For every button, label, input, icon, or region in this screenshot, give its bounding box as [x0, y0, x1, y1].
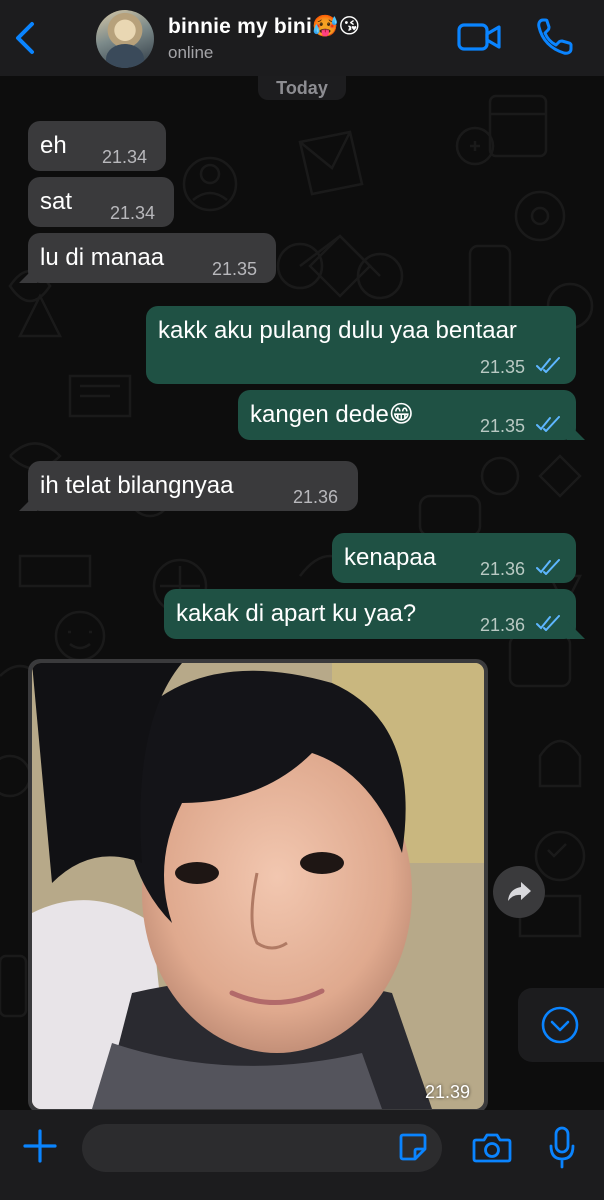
- phone-icon: [537, 18, 573, 55]
- forward-button[interactable]: [493, 866, 545, 918]
- chat-area[interactable]: Today eh 21.34 sat 21.34 lu di manaa 21.…: [0, 76, 604, 1110]
- microphone-icon: [549, 1126, 575, 1169]
- outgoing-message[interactable]: kakk aku pulang dulu yaa bentaar 21.35: [146, 306, 576, 384]
- message-text: kakak di apart ku yaa?: [176, 600, 417, 627]
- message-text: ih telat bilangnyaa: [40, 472, 234, 499]
- message-text: sat: [40, 188, 73, 215]
- message-time: 21.36: [480, 559, 526, 579]
- video-camera-icon: [457, 23, 501, 51]
- contact-avatar[interactable]: [96, 10, 154, 68]
- message-text: kenapaa: [344, 544, 437, 571]
- outgoing-message[interactable]: kangen dede😁 21.35: [238, 390, 576, 440]
- message-time: 21.35: [212, 259, 258, 279]
- incoming-message[interactable]: sat 21.34: [28, 177, 174, 227]
- scroll-to-bottom-button[interactable]: [518, 988, 604, 1062]
- message-time: 21.39: [424, 1082, 470, 1102]
- sticker-button[interactable]: [398, 1132, 428, 1162]
- plus-icon: [23, 1129, 57, 1163]
- message-text: lu di manaa: [40, 244, 165, 271]
- message-time: 21.36: [293, 487, 339, 507]
- video-call-button[interactable]: [456, 18, 502, 56]
- message-text: kakk aku pulang dulu yaa bentaar: [158, 317, 517, 344]
- incoming-photo-message[interactable]: 21.39: [28, 659, 488, 1110]
- read-receipt-icon: [536, 357, 560, 373]
- chevron-left-icon: [16, 22, 34, 54]
- message-time: 21.35: [480, 416, 526, 436]
- message-input[interactable]: [82, 1124, 442, 1172]
- forward-icon: [508, 882, 531, 901]
- photo-illustration: [32, 663, 484, 1109]
- read-receipt-icon: [536, 416, 560, 432]
- outgoing-message[interactable]: kenapaa 21.36: [332, 533, 576, 583]
- incoming-message[interactable]: lu di manaa 21.35: [28, 233, 276, 283]
- incoming-message[interactable]: eh 21.34: [28, 121, 166, 171]
- sticker-icon: [399, 1133, 427, 1161]
- chat-header: binnie my bini🥵😘 online: [0, 0, 604, 76]
- photo-selfie[interactable]: 21.39: [32, 663, 484, 1109]
- incoming-message[interactable]: ih telat bilangnyaa 21.36: [28, 461, 358, 511]
- date-separator: Today: [258, 76, 346, 100]
- message-input-bar: [0, 1110, 604, 1200]
- message-time: 21.34: [110, 203, 156, 223]
- back-button[interactable]: [8, 18, 42, 58]
- message-time: 21.34: [102, 147, 148, 167]
- camera-icon: [472, 1133, 512, 1163]
- chevron-down-icon: [541, 1006, 579, 1044]
- message-time: 21.35: [480, 357, 526, 377]
- voice-call-button[interactable]: [534, 16, 574, 58]
- contact-name[interactable]: binnie my bini🥵😘: [168, 14, 360, 39]
- read-receipt-icon: [536, 559, 560, 575]
- read-receipt-icon: [536, 615, 560, 631]
- outgoing-message[interactable]: kakak di apart ku yaa? 21.36: [164, 589, 576, 639]
- message-text: kangen dede😁: [250, 401, 414, 428]
- contact-status: online: [168, 43, 214, 62]
- message-time: 21.36: [480, 615, 526, 635]
- message-text: eh: [40, 132, 67, 159]
- camera-button[interactable]: [472, 1132, 512, 1164]
- attach-button[interactable]: [22, 1128, 58, 1164]
- microphone-button[interactable]: [548, 1126, 576, 1170]
